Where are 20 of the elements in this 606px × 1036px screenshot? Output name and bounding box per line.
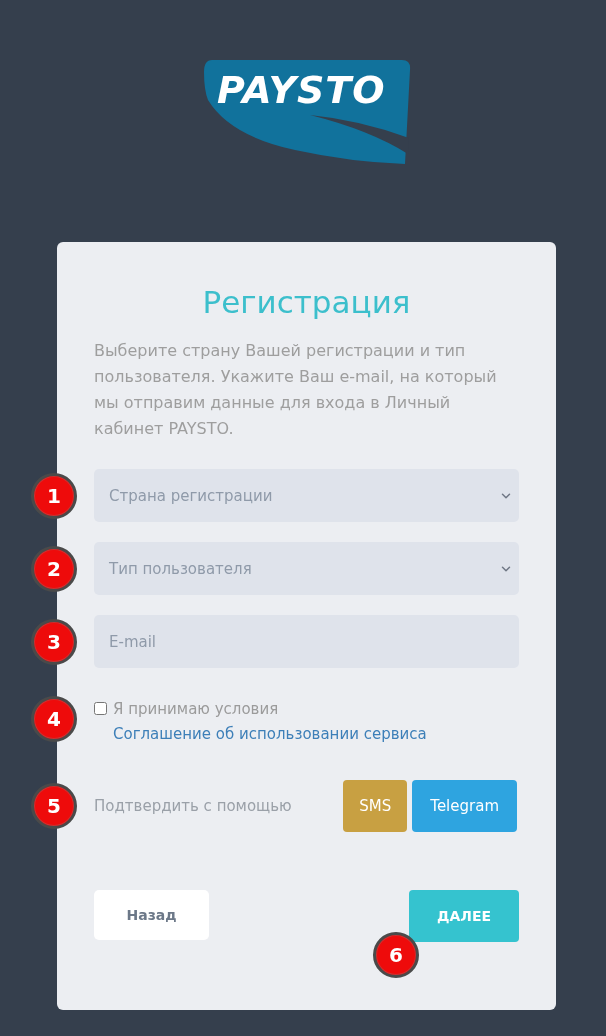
step-marker: 4 [31,696,77,742]
confirm-label: Подтвердить с помощью [94,797,292,815]
step-marker: 2 [31,545,77,592]
terms-link[interactable]: Соглашение об использовании сервиса [113,725,427,743]
form-description: Выберите страну Вашей регистрации и тип пользователя. Укажите Ваш e-mail, на который мы отправим данные для входа в Личный кабинет PAYSTO. [94,340,498,440]
confirm-method-button[interactable]: SMS [343,780,408,832]
next-button[interactable]: ДАЛЕЕ [409,890,519,942]
form-title: Регистрация [202,283,411,322]
step-marker: 1 [31,472,77,519]
step-marker: 6 [373,932,419,978]
select-field[interactable]: Тип пользователя [94,542,519,595]
step-marker: 3 [31,618,77,665]
logo-text: PAYSTO [217,71,386,109]
select-field[interactable]: Страна регистрации [94,469,519,522]
agreement-text: Я принимаю условия Соглашение об использовании сервиса [113,699,428,745]
step-marker: 5 [31,783,77,829]
text-field[interactable]: E-mail [94,615,519,668]
agreement-checkbox[interactable] [94,702,107,715]
back-button[interactable]: Назад [94,890,209,940]
confirm-method-button[interactable]: Telegram [412,780,517,832]
